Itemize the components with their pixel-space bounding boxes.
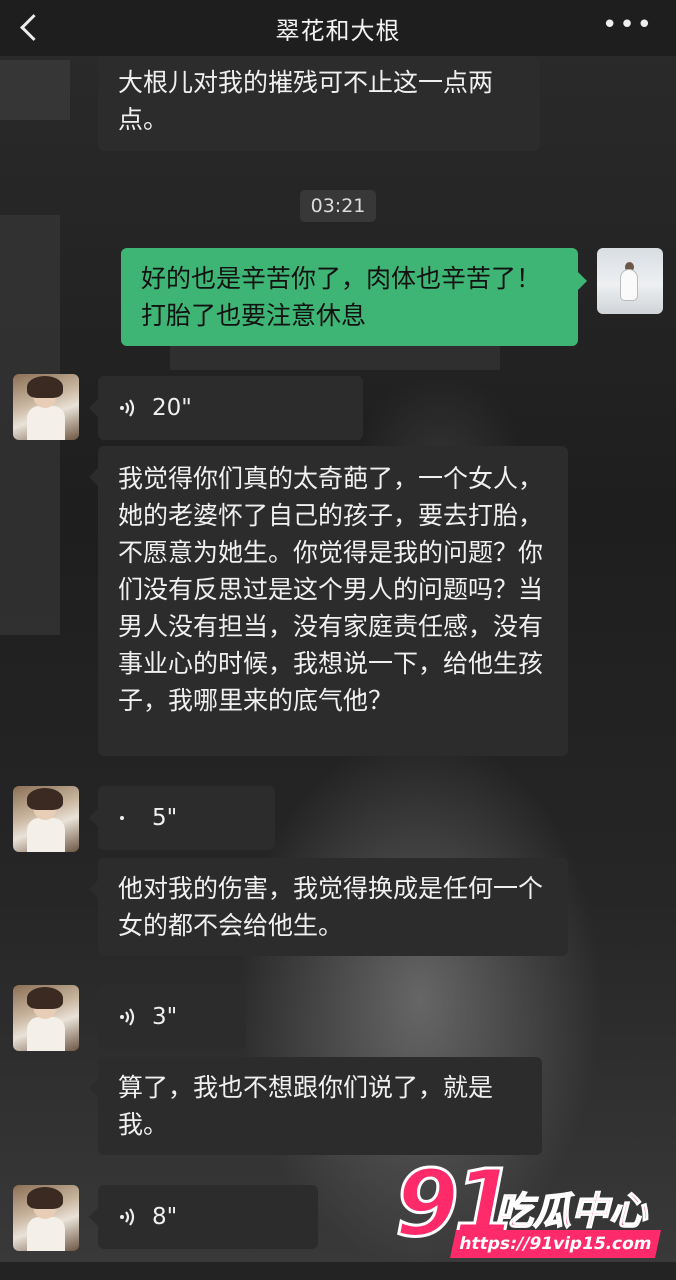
- timestamp: 03:21: [300, 190, 376, 222]
- message-bubble-incoming[interactable]: 大根儿对我的摧残可不止这一点两点。: [98, 56, 540, 151]
- watermark-text: 吃瓜中心: [494, 1188, 648, 1234]
- voice-message[interactable]: 8": [89, 1185, 318, 1249]
- message-bubble-incoming[interactable]: 我觉得你们真的太奇葩了，一个女人，她的老婆怀了自己的孩子，要去打胎，不愿意为她生…: [89, 446, 568, 756]
- voice-duration: 20": [152, 395, 192, 421]
- voice-duration: 3": [152, 1004, 178, 1030]
- watermark-url: https://91vip15.com: [450, 1230, 661, 1258]
- contact-avatar[interactable]: [13, 786, 79, 852]
- contact-avatar[interactable]: [13, 374, 79, 440]
- voice-wave-icon: [120, 1008, 135, 1026]
- voice-wave-icon: [120, 816, 124, 820]
- voice-duration: 8": [152, 1204, 178, 1230]
- message-text: 我觉得你们真的太奇葩了，一个女人，她的老婆怀了自己的孩子，要去打胎，不愿意为她生…: [118, 464, 544, 715]
- message-text: 大根儿对我的摧残可不止这一点两点。: [118, 68, 494, 134]
- contact-avatar[interactable]: [13, 985, 79, 1051]
- message-bubble-incoming[interactable]: 算了，我也不想跟你们说了，就是我。: [89, 1057, 542, 1155]
- voice-message[interactable]: 3": [89, 985, 246, 1049]
- input-bar[interactable]: [0, 1262, 676, 1280]
- voice-message[interactable]: 20": [89, 376, 363, 440]
- more-options-icon[interactable]: •••: [602, 10, 654, 40]
- voice-message[interactable]: 5": [89, 786, 275, 850]
- message-text: 他对我的伤害，我觉得换成是任何一个女的都不会给他生。: [118, 874, 544, 940]
- back-icon[interactable]: [16, 10, 46, 46]
- chat-header: 翠花和大根 •••: [0, 0, 676, 56]
- my-avatar[interactable]: [597, 248, 663, 314]
- watermark-logo: 91 吃瓜中心 https://91vip15.com: [393, 1149, 665, 1260]
- message-bubble-incoming[interactable]: 他对我的伤害，我觉得换成是任何一个女的都不会给他生。: [89, 858, 568, 956]
- contact-avatar[interactable]: [13, 1185, 79, 1251]
- message-text: 算了，我也不想跟你们说了，就是我。: [118, 1073, 494, 1139]
- voice-duration: 5": [152, 805, 178, 831]
- chat-title: 翠花和大根: [275, 16, 401, 45]
- voice-wave-icon: [120, 1208, 135, 1226]
- voice-wave-icon: [120, 399, 135, 417]
- message-bubble-outgoing[interactable]: 好的也是辛苦你了，肉体也辛苦了！打胎了也要注意休息: [121, 248, 587, 346]
- message-text: 好的也是辛苦你了，肉体也辛苦了！打胎了也要注意休息: [141, 264, 542, 330]
